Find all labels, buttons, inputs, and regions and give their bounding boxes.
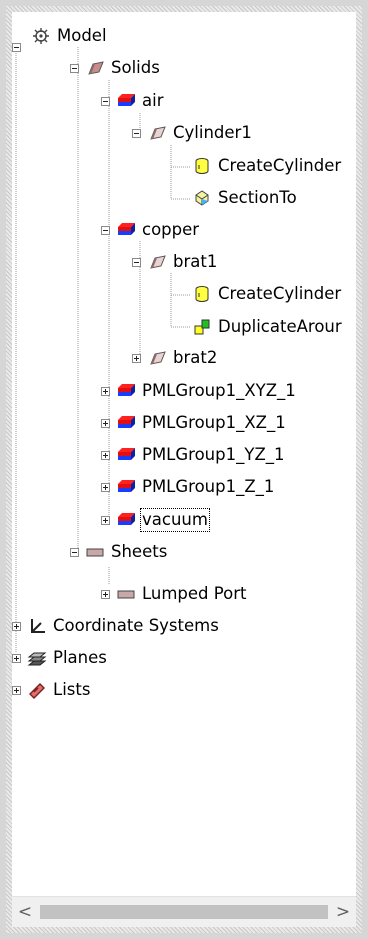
expand-toggle[interactable]	[12, 653, 21, 663]
tree-label: Lumped Port	[142, 584, 247, 603]
coordinate-system-icon	[31, 619, 45, 633]
material-icon	[118, 480, 135, 492]
section-icon	[195, 190, 209, 206]
material-icon	[118, 416, 135, 428]
tree-node-brat1[interactable]: brat1	[132, 246, 218, 278]
expand-toggle[interactable]	[12, 621, 21, 631]
tree-label: PMLGroup1_Z_1	[142, 477, 275, 496]
tree-label: brat1	[173, 252, 218, 271]
tree-node-planes[interactable]: Planes	[12, 642, 108, 674]
tree-node-vacuum[interactable]: vacuum	[101, 504, 210, 536]
tree-label: DuplicateArour	[218, 317, 342, 336]
collapse-toggle[interactable]	[132, 128, 141, 138]
material-icon	[118, 223, 135, 235]
collapse-toggle[interactable]	[70, 63, 79, 73]
tree-label: Sheets	[111, 542, 168, 561]
tree-label: Planes	[53, 648, 107, 667]
tree-node-pml-xyz[interactable]: PMLGroup1_XYZ_1	[101, 375, 297, 407]
model-tree: Model Solids air Cylinder1 CreateCylinde…	[12, 12, 356, 897]
material-icon	[118, 94, 135, 106]
solids-folder-icon	[88, 61, 104, 75]
material-icon	[118, 448, 135, 460]
tree-label: CreateCylinder	[218, 284, 342, 303]
tree-node-pml-xz[interactable]: PMLGroup1_XZ_1	[101, 407, 287, 439]
tree-node-brat2[interactable]: brat2	[132, 342, 218, 374]
tree-label: PMLGroup1_XZ_1	[142, 413, 286, 432]
tree-label: air	[142, 91, 164, 110]
lists-icon	[29, 683, 45, 699]
planes-icon	[27, 652, 47, 666]
expand-toggle[interactable]	[101, 450, 110, 460]
tree-node-copper[interactable]: copper	[101, 214, 200, 246]
tree-node-duplicate-around[interactable]: DuplicateArour	[192, 311, 343, 343]
collapse-toggle[interactable]	[132, 257, 141, 267]
tree-node-model[interactable]: Model	[12, 20, 108, 52]
material-icon	[118, 384, 135, 396]
collapse-toggle[interactable]	[12, 42, 21, 52]
tree-node-cylinder1[interactable]: Cylinder1	[132, 117, 253, 149]
tree-panel-frame: Model Solids air Cylinder1 CreateCylinde…	[0, 0, 368, 939]
tree-node-coordinate-systems[interactable]: Coordinate Systems	[12, 610, 220, 642]
tree-label: Model	[57, 26, 107, 45]
tree-label: copper	[142, 220, 200, 239]
expand-toggle[interactable]	[101, 386, 110, 396]
collapse-toggle[interactable]	[101, 96, 110, 106]
tree-node-solids[interactable]: Solids	[70, 52, 161, 84]
create-cylinder-icon	[195, 158, 209, 174]
sheet-icon	[117, 590, 135, 599]
solid-part-icon	[150, 351, 166, 365]
tree-label: PMLGroup1_XYZ_1	[142, 381, 296, 400]
model-tree-panel: Model Solids air Cylinder1 CreateCylinde…	[12, 12, 356, 927]
tree-node-pml-yz[interactable]: PMLGroup1_YZ_1	[101, 439, 286, 471]
tree-label: Cylinder1	[173, 123, 252, 142]
tree-label: Lists	[53, 680, 91, 699]
tree-label: PMLGroup1_YZ_1	[142, 445, 285, 464]
chevron-right-icon: >	[335, 902, 351, 922]
duplicate-icon	[194, 319, 210, 335]
scroll-left-button[interactable]: <	[12, 897, 38, 927]
scrollbar-thumb[interactable]	[40, 905, 328, 919]
tree-node-section-to[interactable]: SectionTo	[192, 182, 298, 214]
expand-toggle[interactable]	[132, 353, 141, 363]
tree-label: SectionTo	[218, 188, 297, 207]
expand-toggle[interactable]	[101, 418, 110, 428]
scroll-right-button[interactable]: >	[330, 897, 356, 927]
tree-label: CreateCylinder	[218, 156, 342, 175]
tree-label-selected: vacuum	[140, 508, 210, 532]
horizontal-scrollbar[interactable]: < >	[12, 896, 356, 927]
sheet-icon	[86, 548, 104, 557]
tree-label: Coordinate Systems	[53, 616, 219, 635]
expand-toggle[interactable]	[101, 589, 110, 599]
tree-node-create-cylinder[interactable]: CreateCylinder	[192, 278, 342, 310]
tree-node-create-cylinder[interactable]: CreateCylinder	[192, 150, 342, 182]
expand-toggle[interactable]	[101, 482, 110, 492]
tree-label: Solids	[111, 58, 160, 77]
model-icon	[33, 28, 49, 44]
collapse-toggle[interactable]	[101, 225, 110, 235]
expand-toggle[interactable]	[101, 515, 110, 525]
tree-node-air[interactable]: air	[101, 85, 164, 117]
solid-part-icon	[150, 255, 166, 269]
create-cylinder-icon	[195, 286, 209, 302]
tree-node-sheets[interactable]: Sheets	[70, 536, 168, 568]
tree-node-lists[interactable]: Lists	[12, 674, 91, 706]
tree-node-lumped-port[interactable]: Lumped Port	[101, 578, 248, 610]
expand-toggle[interactable]	[12, 685, 21, 695]
collapse-toggle[interactable]	[70, 547, 79, 557]
tree-node-pml-z[interactable]: PMLGroup1_Z_1	[101, 471, 275, 503]
material-icon	[118, 513, 135, 525]
tree-label: brat2	[173, 348, 218, 367]
chevron-left-icon: <	[17, 902, 33, 922]
solid-part-icon	[150, 126, 166, 140]
